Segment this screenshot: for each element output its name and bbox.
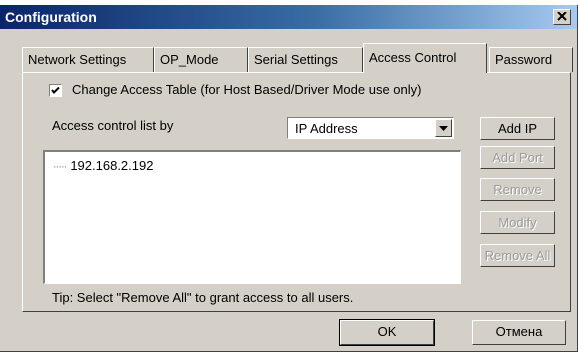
tab-label: Network Settings	[28, 52, 127, 67]
list-by-value: IP Address	[295, 121, 358, 136]
access-control-list[interactable]: ····· 192.168.2.192	[43, 150, 461, 284]
chevron-down-icon	[439, 126, 448, 131]
change-access-table-checkbox[interactable]	[49, 84, 62, 97]
ok-label: OK	[377, 324, 397, 339]
list-item[interactable]: ····· 192.168.2.192	[53, 158, 153, 173]
checkmark-icon	[51, 86, 60, 94]
list-by-select[interactable]: IP Address	[287, 117, 454, 139]
modify-button[interactable]: Modify	[480, 211, 555, 234]
tab-op-mode[interactable]: OP_Mode	[154, 47, 248, 72]
remove-button[interactable]: Remove	[480, 178, 555, 201]
tip-text: Tip: Select "Remove All" to grant access…	[52, 290, 354, 305]
tree-line-icon: ·····	[53, 161, 67, 173]
tab-serial-settings[interactable]: Serial Settings	[248, 47, 363, 72]
change-access-table-label: Change Access Table (for Host Based/Driv…	[72, 82, 422, 97]
window-title: Configuration	[5, 9, 97, 25]
add-port-button[interactable]: Add Port	[480, 146, 555, 169]
tab-password[interactable]: Password	[489, 47, 573, 72]
tab-label: Serial Settings	[254, 52, 338, 67]
tab-label: OP_Mode	[160, 52, 219, 67]
tab-network-settings[interactable]: Network Settings	[22, 47, 154, 72]
cancel-label: Отмена	[495, 324, 543, 339]
cancel-button[interactable]: Отмена	[472, 320, 566, 345]
close-button[interactable]	[553, 9, 571, 25]
remove-all-button[interactable]: Remove All	[480, 244, 555, 267]
tab-access-control[interactable]: Access Control	[363, 43, 487, 73]
list-item-text: 192.168.2.192	[70, 158, 154, 173]
tab-label: Password	[495, 52, 553, 67]
title-bar[interactable]: Configuration	[0, 5, 577, 29]
close-icon	[557, 12, 567, 21]
add-ip-button[interactable]: Add IP	[480, 117, 555, 140]
ok-button[interactable]: OK	[339, 319, 435, 346]
tab-label: Access Control	[369, 50, 457, 65]
list-by-label: Access control list by	[52, 118, 174, 133]
dropdown-button[interactable]	[435, 119, 452, 137]
